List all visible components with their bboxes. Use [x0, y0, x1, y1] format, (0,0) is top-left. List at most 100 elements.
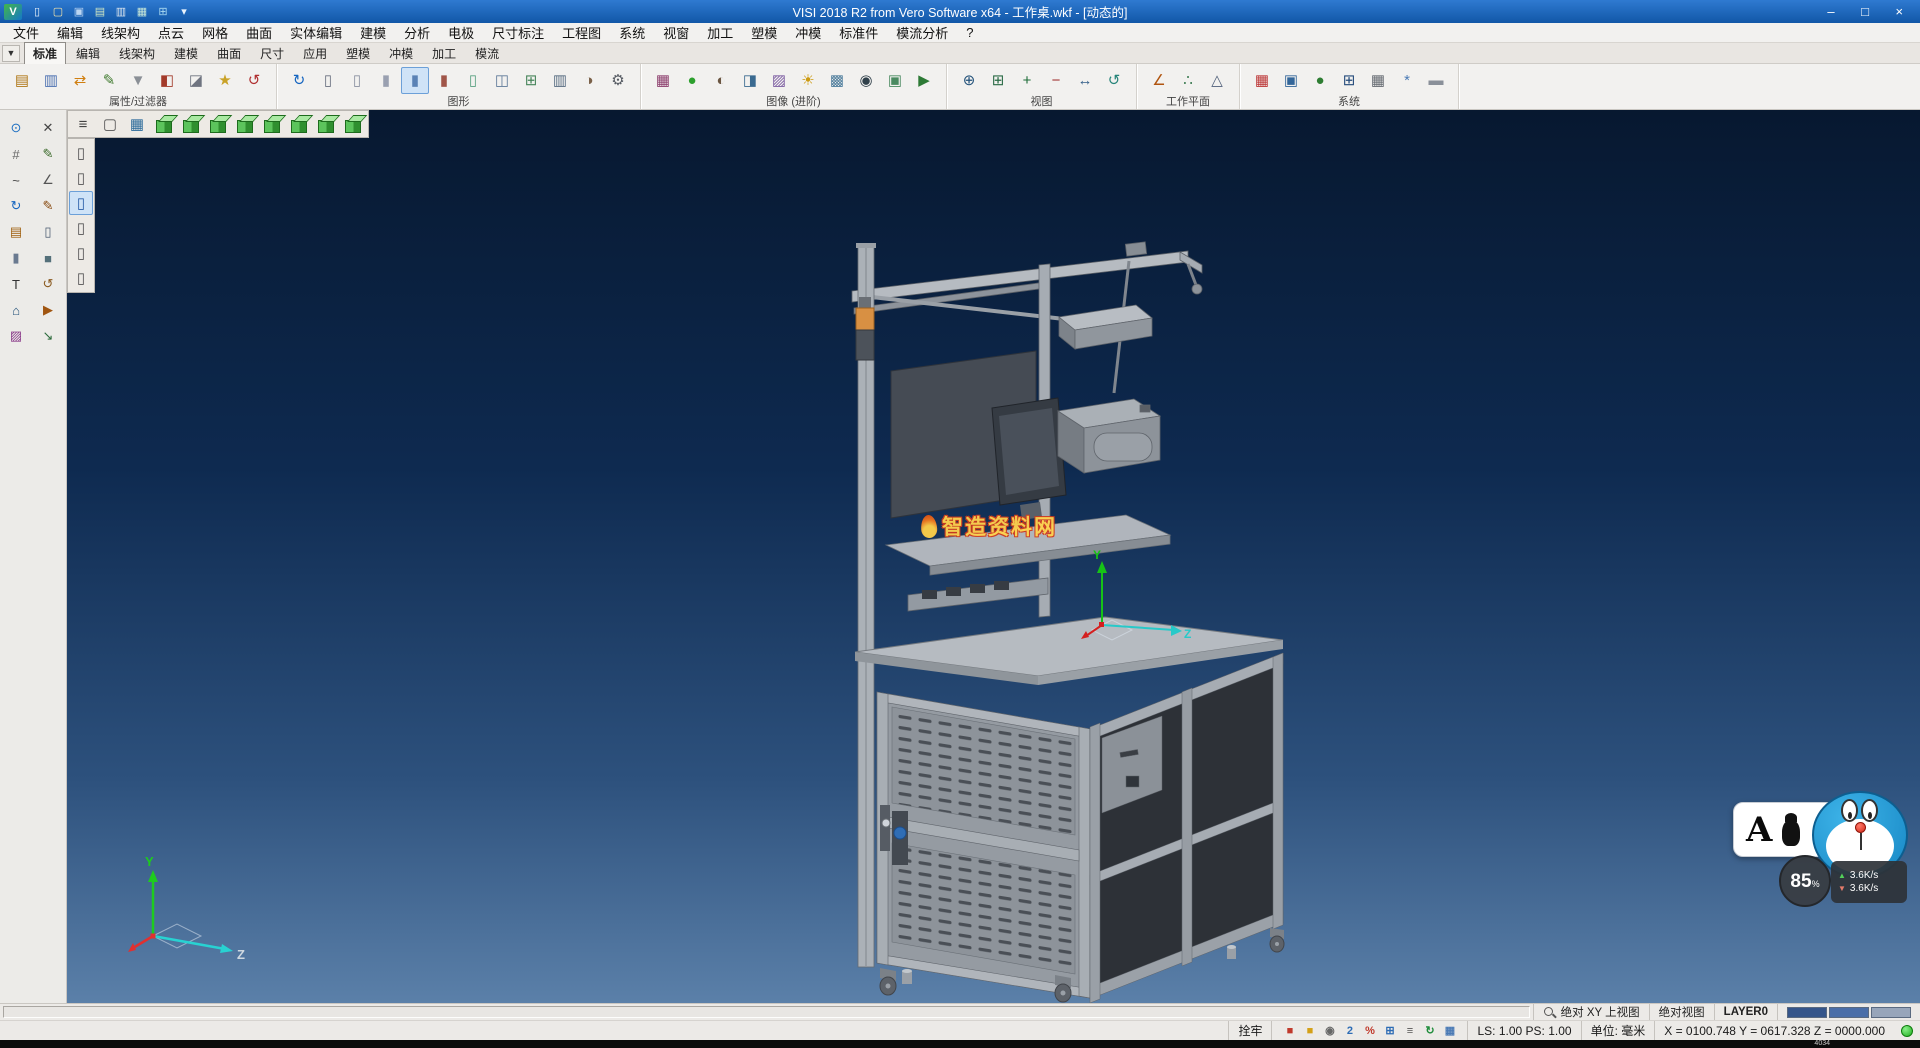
tab[interactable]: 塑模 [337, 42, 379, 65]
plane-status-icon[interactable]: ⊞ [1381, 1023, 1398, 1039]
monitor-icon[interactable]: ⊞ [154, 4, 172, 20]
grid-status-icon[interactable]: ■ [1301, 1023, 1318, 1039]
reflection-icon[interactable]: ◨ [736, 67, 764, 94]
material-icon[interactable]: ▬ [1422, 67, 1450, 94]
display-options-icon[interactable]: ⚙ [604, 67, 632, 94]
menu-item[interactable]: 建模 [351, 22, 395, 43]
edit-entity-icon[interactable]: ✎ [35, 194, 61, 218]
lighting-icon[interactable]: ☀ [794, 67, 822, 94]
menu-item[interactable]: 系统 [610, 22, 654, 43]
shadow-icon[interactable]: ◐ [707, 67, 735, 94]
menu-item[interactable]: 点云 [149, 22, 193, 43]
selection-filter-icon[interactable]: ◧ [153, 67, 181, 94]
view-top-icon[interactable] [178, 112, 204, 136]
minimize-button[interactable]: – [1814, 2, 1848, 21]
view-back-icon[interactable] [286, 112, 312, 136]
select-curve-icon[interactable]: ▯ [69, 191, 93, 215]
maximize-button[interactable]: □ [1848, 2, 1882, 21]
viewport-3d[interactable]: ≡▢▦ ▯▯▯▯▯▯ [67, 110, 1920, 1003]
quick-erase-icon[interactable]: ◪ [182, 67, 210, 94]
status-lights-icon[interactable]: ● [678, 67, 706, 94]
calculator-icon[interactable]: ▦ [1364, 67, 1392, 94]
filter-funnel-icon[interactable]: ▼ [124, 67, 152, 94]
menu-item[interactable]: 冲模 [786, 22, 830, 43]
menu-item[interactable]: 曲面 [237, 22, 281, 43]
menu-item[interactable]: 加工 [698, 22, 742, 43]
previous-view-icon[interactable]: ↺ [1100, 67, 1128, 94]
view-left-icon[interactable] [259, 112, 285, 136]
zoom-extents-icon[interactable]: ⊞ [984, 67, 1012, 94]
work-surface[interactable] [855, 617, 1283, 685]
close-button[interactable]: × [1882, 2, 1916, 21]
capture-icon[interactable]: ▦ [133, 4, 151, 20]
layer-count-status-icon[interactable]: 2 [1341, 1023, 1358, 1039]
palette-icon[interactable]: ▨ [3, 324, 29, 348]
zoom-in-icon[interactable]: + [1013, 67, 1041, 94]
active-layer[interactable]: LAYER0 [1714, 1004, 1777, 1020]
ortho-status-icon[interactable]: ◉ [1321, 1023, 1338, 1039]
world-icon[interactable]: ● [1306, 67, 1334, 94]
measure-icon[interactable]: ∠ [35, 168, 61, 192]
save-icon[interactable]: ▣ [70, 4, 88, 20]
view-orientation[interactable]: 绝对 XY 上视图 [1533, 1004, 1649, 1020]
color-swatch-dark-blue[interactable] [1787, 1007, 1827, 1018]
view-manager-icon[interactable]: ▦ [124, 112, 150, 136]
printer[interactable] [1058, 399, 1160, 473]
menu-item[interactable]: 实体编辑 [281, 22, 351, 43]
workplane-view-icon[interactable]: △ [1203, 67, 1231, 94]
animation-icon[interactable]: ▶ [910, 67, 938, 94]
workplane-status-icon[interactable]: ▦ [1441, 1023, 1458, 1039]
print-icon[interactable]: ▥ [112, 4, 130, 20]
zoom-out-icon[interactable]: − [1042, 67, 1070, 94]
menu-item[interactable]: 模流分析 [887, 22, 957, 43]
camera-icon[interactable]: ◉ [852, 67, 880, 94]
regenerate-icon[interactable]: ↻ [285, 67, 313, 94]
grid-display-icon[interactable]: ⊞ [517, 67, 545, 94]
hidden-line-mode-icon[interactable]: ▯ [343, 67, 371, 94]
cabinet[interactable] [877, 692, 1090, 998]
view-bottom-icon[interactable] [313, 112, 339, 136]
tab[interactable]: 尺寸 [251, 42, 293, 65]
texture-icon[interactable]: ▨ [765, 67, 793, 94]
tab[interactable]: 标准 [24, 42, 66, 65]
wireframe-mode-icon[interactable]: ▯ [314, 67, 342, 94]
menu-item[interactable]: 网格 [193, 22, 237, 43]
color-swatch-gray[interactable] [1871, 1007, 1911, 1018]
view-list-icon[interactable]: ≡ [70, 112, 96, 136]
snap-status-icon[interactable]: ■ [1281, 1023, 1298, 1039]
text-tool-icon[interactable]: T [3, 272, 29, 296]
menu-item[interactable]: 电极 [439, 22, 483, 43]
solid-cylinder-icon[interactable]: ▮ [3, 246, 29, 270]
menu-item[interactable]: 标准件 [830, 22, 887, 43]
zebra-analysis-icon[interactable]: ▥ [546, 67, 574, 94]
title-bar[interactable]: V ▯▢▣▤▥▦⊞▾ VISI 2018 R2 from Vero Softwa… [0, 0, 1920, 23]
snap-grid-icon[interactable]: # [3, 142, 29, 166]
select-surface-icon[interactable]: ▯ [69, 216, 93, 240]
wcs-icon[interactable]: ⌂ [3, 298, 29, 322]
open-shelf[interactable] [1090, 653, 1283, 1003]
display-config-icon[interactable]: ▣ [1277, 67, 1305, 94]
dynamic-rotate-icon[interactable]: ↻ [3, 194, 29, 218]
network-speed-widget[interactable]: ▲3.6K/s ▼3.6K/s [1831, 861, 1907, 903]
pan-view-icon[interactable]: ↔ [1071, 67, 1099, 94]
view-front-icon[interactable] [205, 112, 231, 136]
direction-icon[interactable]: ▶ [35, 298, 61, 322]
select-component-icon[interactable]: ▯ [69, 266, 93, 290]
hanging-shelf[interactable] [1059, 305, 1152, 349]
match-properties-icon[interactable]: ✎ [95, 67, 123, 94]
highlight-icon[interactable]: ★ [211, 67, 239, 94]
delete-entity-icon[interactable]: ✕ [35, 116, 61, 140]
select-solid-icon[interactable]: ▯ [69, 241, 93, 265]
toolbar-list-dropdown[interactable]: ▼ [2, 45, 20, 62]
new-document-icon[interactable]: ▯ [28, 4, 46, 20]
scale-status-icon[interactable]: % [1361, 1023, 1378, 1039]
workplane-3points-icon[interactable]: ∴ [1174, 67, 1202, 94]
workstore-icon[interactable]: ▤ [91, 4, 109, 20]
tab[interactable]: 冲模 [380, 42, 422, 65]
menu-item[interactable]: 塑模 [742, 22, 786, 43]
sketch-icon[interactable]: ✎ [35, 142, 61, 166]
sheet-icon[interactable]: ▯ [35, 220, 61, 244]
workbench-model[interactable]: Y Z [796, 233, 1298, 1003]
grid-config-icon[interactable]: ⊞ [1335, 67, 1363, 94]
control-strip[interactable] [908, 578, 1048, 611]
